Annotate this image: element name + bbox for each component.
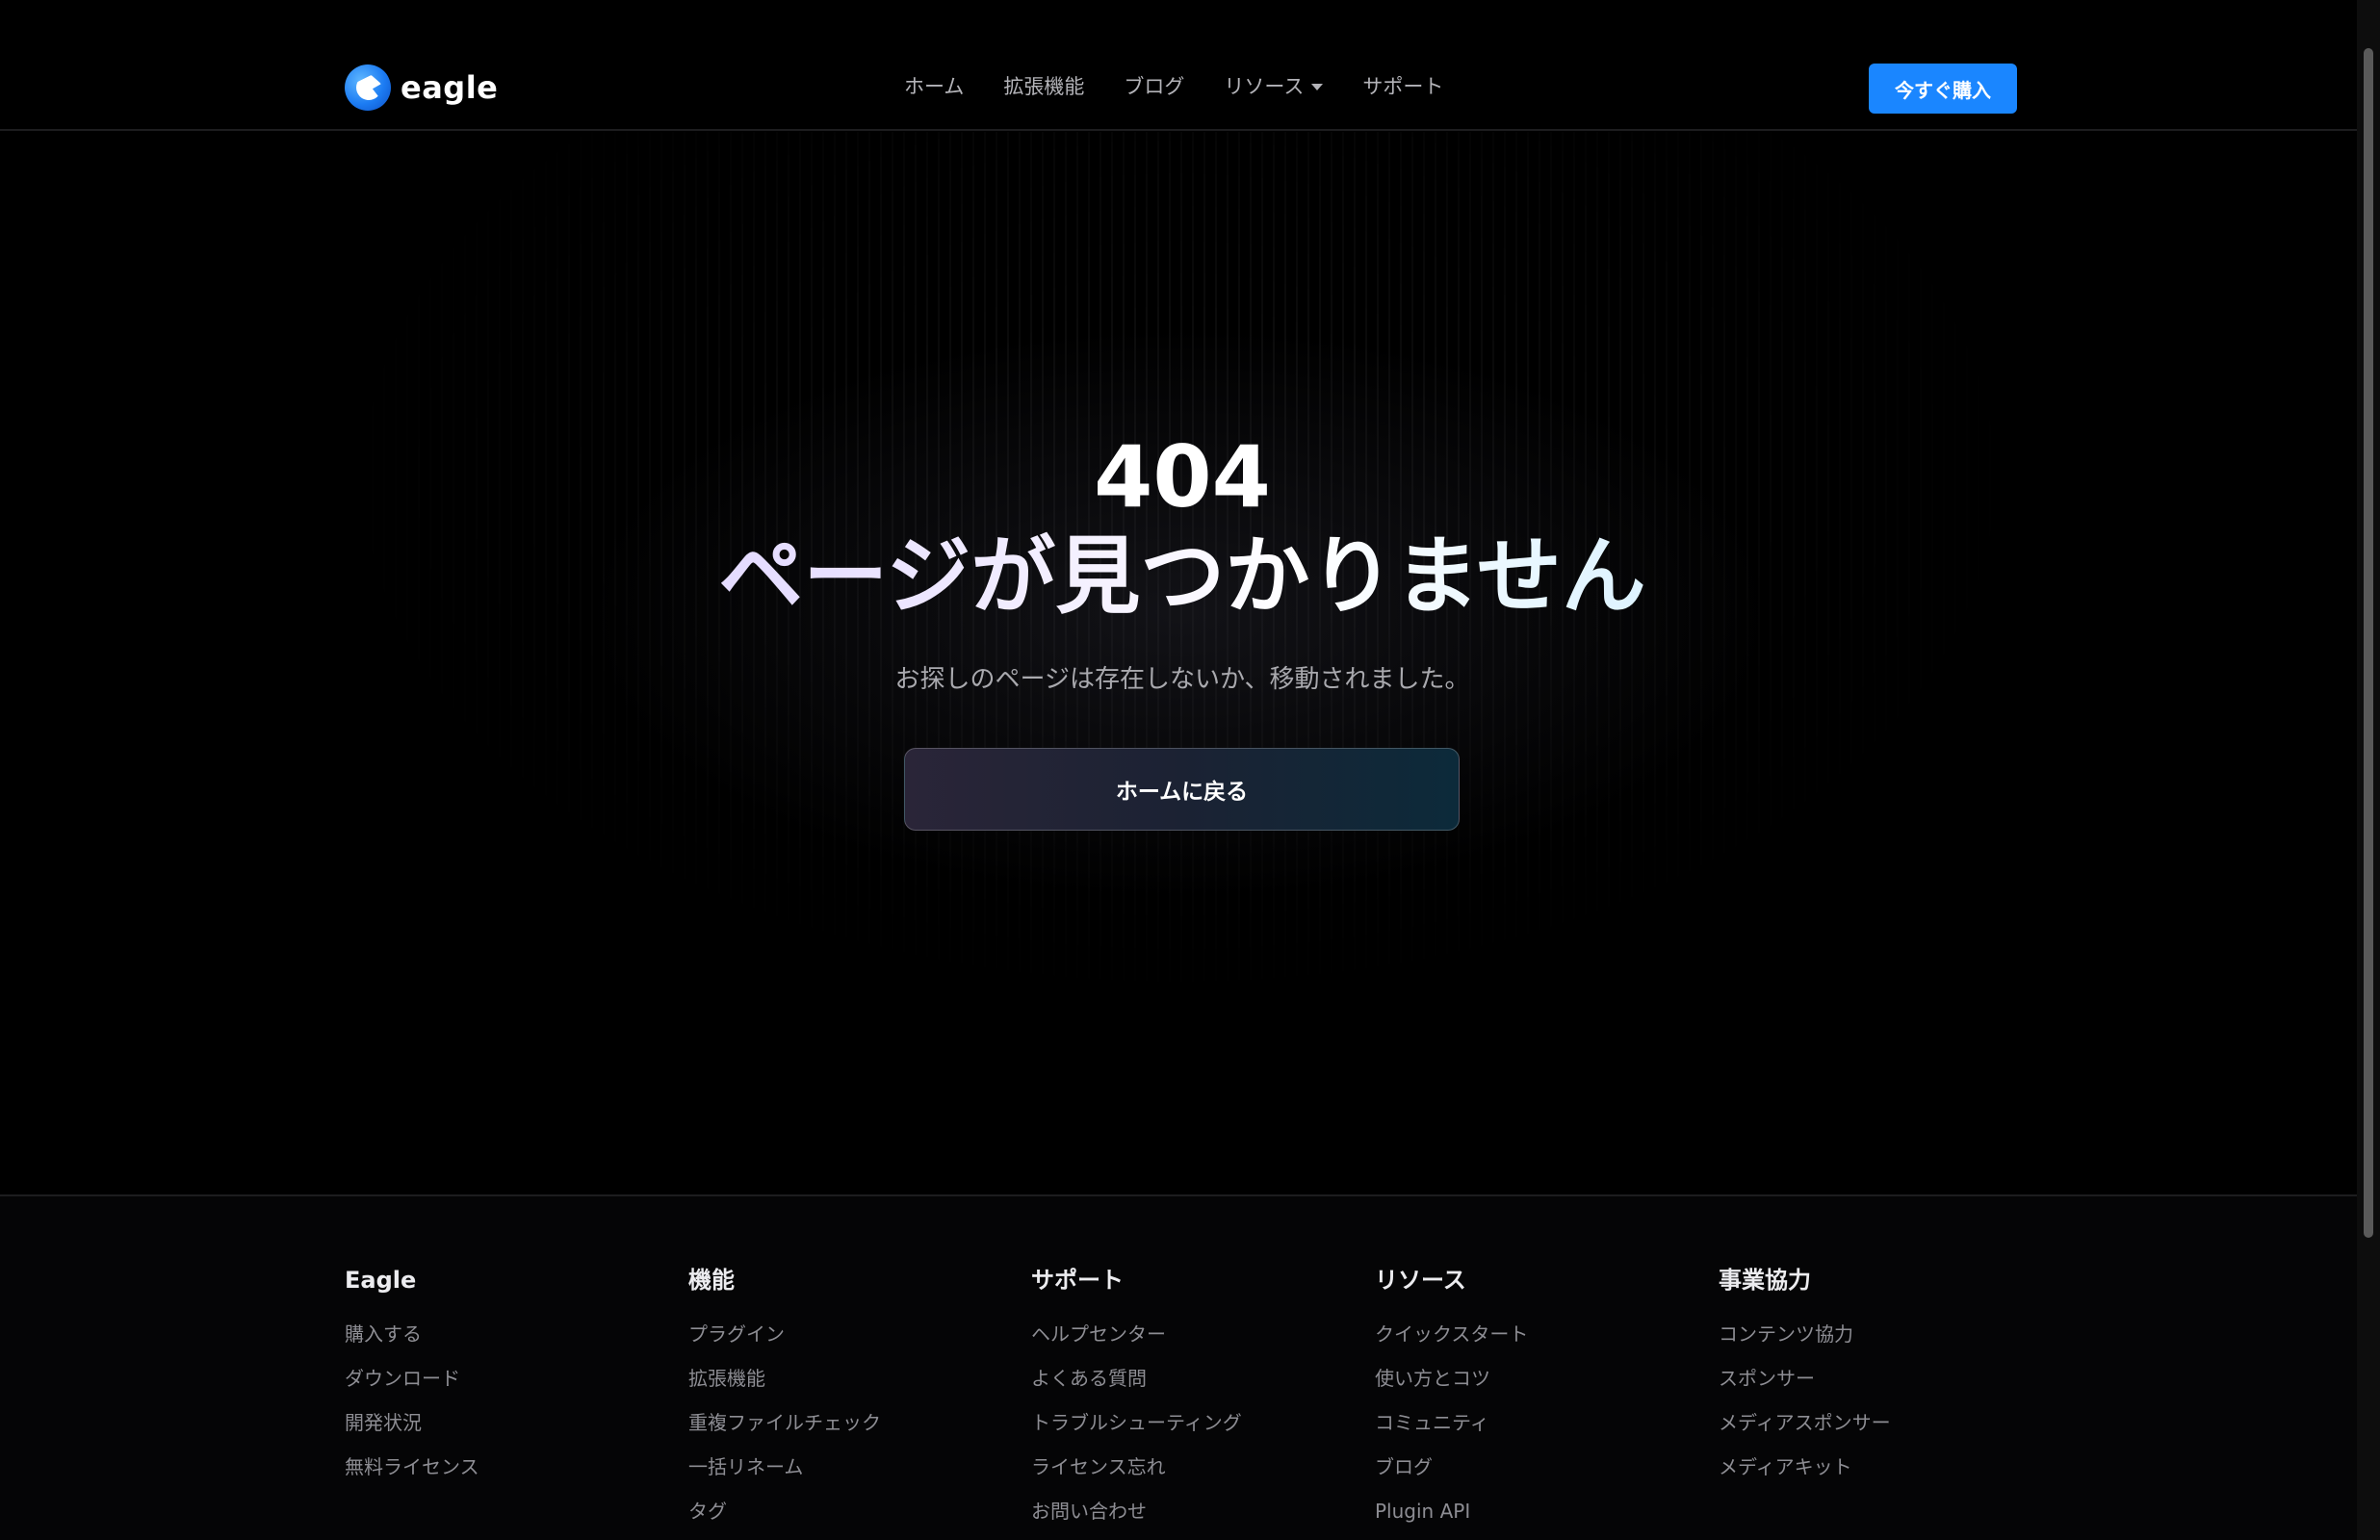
footer-link[interactable]: スポンサー (1719, 1356, 1891, 1400)
chevron-down-icon (1311, 83, 1324, 90)
footer-column-business: 事業協力 コンテンツ協力 スポンサー メディアスポンサー メディアキット (1719, 1266, 1891, 1489)
scrollbar-thumb[interactable] (2364, 48, 2373, 1238)
back-home-button[interactable]: ホームに戻る (904, 748, 1460, 831)
footer-link[interactable]: コミュニティ (1375, 1400, 1528, 1445)
nav-item-home[interactable]: ホーム (904, 71, 964, 100)
nav-item-support[interactable]: サポート (1362, 71, 1443, 100)
page: eagle ホーム 拡張機能 ブログ リソース サポート 今すぐ購入 404 ペ… (0, 0, 2380, 1540)
nav-item-resources[interactable]: リソース (1224, 71, 1324, 100)
footer-heading: リソース (1375, 1267, 1466, 1294)
footer-link[interactable]: 拡張機能 (688, 1356, 881, 1400)
site-header: eagle ホーム 拡張機能 ブログ リソース サポート 今すぐ購入 (0, 0, 2357, 131)
footer-link[interactable]: 一括リネーム (688, 1445, 881, 1489)
footer-link[interactable]: 開発状況 (345, 1400, 479, 1445)
nav-item-extensions[interactable]: 拡張機能 (1003, 71, 1084, 100)
eagle-logo-icon (345, 64, 391, 111)
main-nav: ホーム 拡張機能 ブログ リソース サポート (904, 71, 1443, 100)
footer-link[interactable]: クイックスタート (1375, 1312, 1528, 1356)
hero-section: 404 ページが見つかりません お探しのページは存在しないか、移動されました。 … (0, 132, 2357, 1194)
footer-link[interactable]: お問い合わせ (1031, 1489, 1242, 1533)
footer-link[interactable]: 無料ライセンス (345, 1445, 479, 1489)
nav-item-blog[interactable]: ブログ (1124, 71, 1184, 100)
footer-link[interactable]: ブログ (1375, 1445, 1528, 1489)
buy-now-button[interactable]: 今すぐ購入 (1869, 64, 2017, 114)
footer-link[interactable]: ヘルプセンター (1031, 1312, 1242, 1356)
nav-item-resources-label: リソース (1224, 75, 1305, 98)
footer-link[interactable]: 購入する (345, 1312, 479, 1356)
footer-link[interactable]: タグ (688, 1489, 881, 1533)
footer-link[interactable]: トラブルシューティング (1031, 1400, 1242, 1445)
error-description: お探しのページは存在しないか、移動されました。 (894, 665, 1470, 694)
footer-link[interactable]: メディアスポンサー (1719, 1400, 1891, 1445)
error-code: 404 (1094, 427, 1271, 526)
footer-link[interactable]: ダウンロード (345, 1356, 479, 1400)
footer-column-resources: リソース クイックスタート 使い方とコツ コミュニティ ブログ Plugin A… (1375, 1266, 1528, 1533)
footer-link[interactable]: Plugin API (1375, 1489, 1528, 1533)
brand-link[interactable]: eagle (345, 64, 498, 112)
brand-name: eagle (401, 69, 499, 106)
footer-link[interactable]: プラグイン (688, 1312, 881, 1356)
footer-heading: サポート (1031, 1267, 1124, 1294)
footer-link[interactable]: メディアキット (1719, 1445, 1891, 1489)
footer-link[interactable]: コンテンツ協力 (1719, 1312, 1891, 1356)
footer-column-features: 機能 プラグイン 拡張機能 重複ファイルチェック 一括リネーム タグ (688, 1266, 881, 1533)
footer-link[interactable]: 使い方とコツ (1375, 1356, 1528, 1400)
footer-link[interactable]: ライセンス忘れ (1031, 1445, 1242, 1489)
footer-link[interactable]: 重複ファイルチェック (688, 1400, 881, 1445)
footer-column-eagle: Eagle 購入する ダウンロード 開発状況 無料ライセンス (345, 1266, 479, 1489)
footer-link[interactable]: よくある質問 (1031, 1356, 1242, 1400)
footer-heading: Eagle (345, 1267, 417, 1294)
footer-column-support: サポート ヘルプセンター よくある質問 トラブルシューティング ライセンス忘れ … (1031, 1266, 1242, 1533)
error-title: ページが見つかりません (0, 526, 2357, 627)
footer-heading: 事業協力 (1719, 1267, 1811, 1294)
site-footer: Eagle 購入する ダウンロード 開発状況 無料ライセンス 機能 プラグイン … (0, 1194, 2357, 1540)
footer-heading: 機能 (688, 1267, 735, 1294)
